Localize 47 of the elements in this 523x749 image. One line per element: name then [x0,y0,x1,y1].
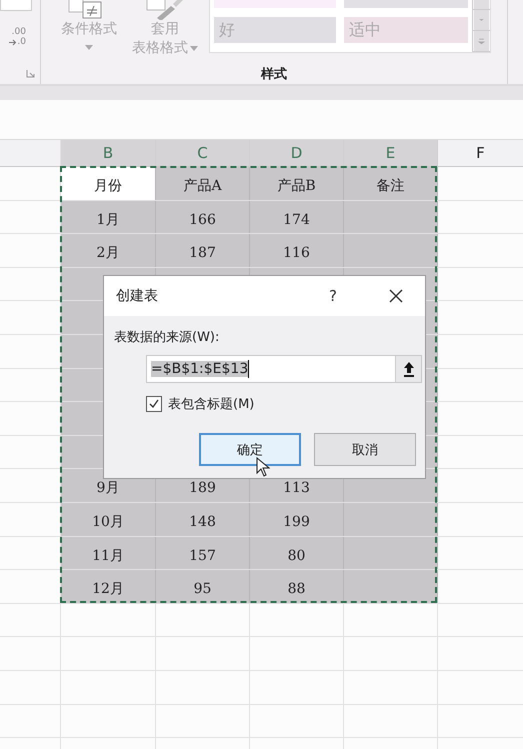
table-cell: 备注 [344,167,438,200]
scroll-down-icon[interactable] [473,10,490,32]
help-button[interactable]: ? [329,287,337,305]
group-label: 样式 [261,66,287,83]
table-cell: 174 [250,200,344,234]
column-header[interactable]: E [344,140,438,166]
close-icon[interactable] [389,289,403,303]
cell-style-item[interactable]: 适中 [344,17,468,43]
table-cell: 11月 [61,536,156,570]
column-header[interactable]: D [250,140,344,166]
decrease-decimal-button[interactable]: .00 .0 [0,27,26,47]
table-cell: 157 [156,536,250,570]
check-icon [148,398,160,410]
caret-icon [190,46,198,51]
conditional-format-button[interactable]: 条件格式 [53,0,125,60]
table-cell: 148 [156,502,250,536]
caret-icon [85,45,93,50]
field-label: 表数据的来源(W): [114,329,220,346]
checkbox[interactable] [146,396,162,412]
ok-button[interactable]: 确定 [199,433,301,466]
table-cell: 166 [156,200,250,234]
dialog-launcher-icon[interactable] [26,69,35,78]
table-cell: 88 [250,570,344,603]
table-cell: 80 [250,536,344,570]
cell-style-item[interactable] [344,0,468,8]
table-cell: 2月 [61,234,156,267]
table-cell: 187 [156,234,250,267]
arrow-icon [9,38,18,46]
scroll-up-icon[interactable] [473,0,490,10]
column-header[interactable]: B [61,140,156,166]
dialog-title: 创建表 [116,287,158,305]
column-header[interactable]: F [438,140,523,166]
table-cell: 产品A [156,167,250,200]
table-cell: 产品B [250,167,344,200]
table-cell: 95 [156,570,250,603]
table-cell: 1月 [61,200,156,234]
more-styles-icon[interactable] [473,31,490,52]
table-cell: 199 [250,502,344,536]
column-header[interactable]: C [156,140,250,166]
checkbox-label: 表包含标题(M) [168,396,254,413]
table-cell: 10月 [61,502,156,536]
cursor-icon [256,457,270,477]
table-cell: 12月 [61,570,156,603]
format-as-table-button[interactable]: 套用 表格格式 [125,0,205,60]
table-cell: 116 [250,234,344,267]
number-format-field[interactable] [0,0,32,11]
cancel-button[interactable]: 取消 [314,433,416,466]
